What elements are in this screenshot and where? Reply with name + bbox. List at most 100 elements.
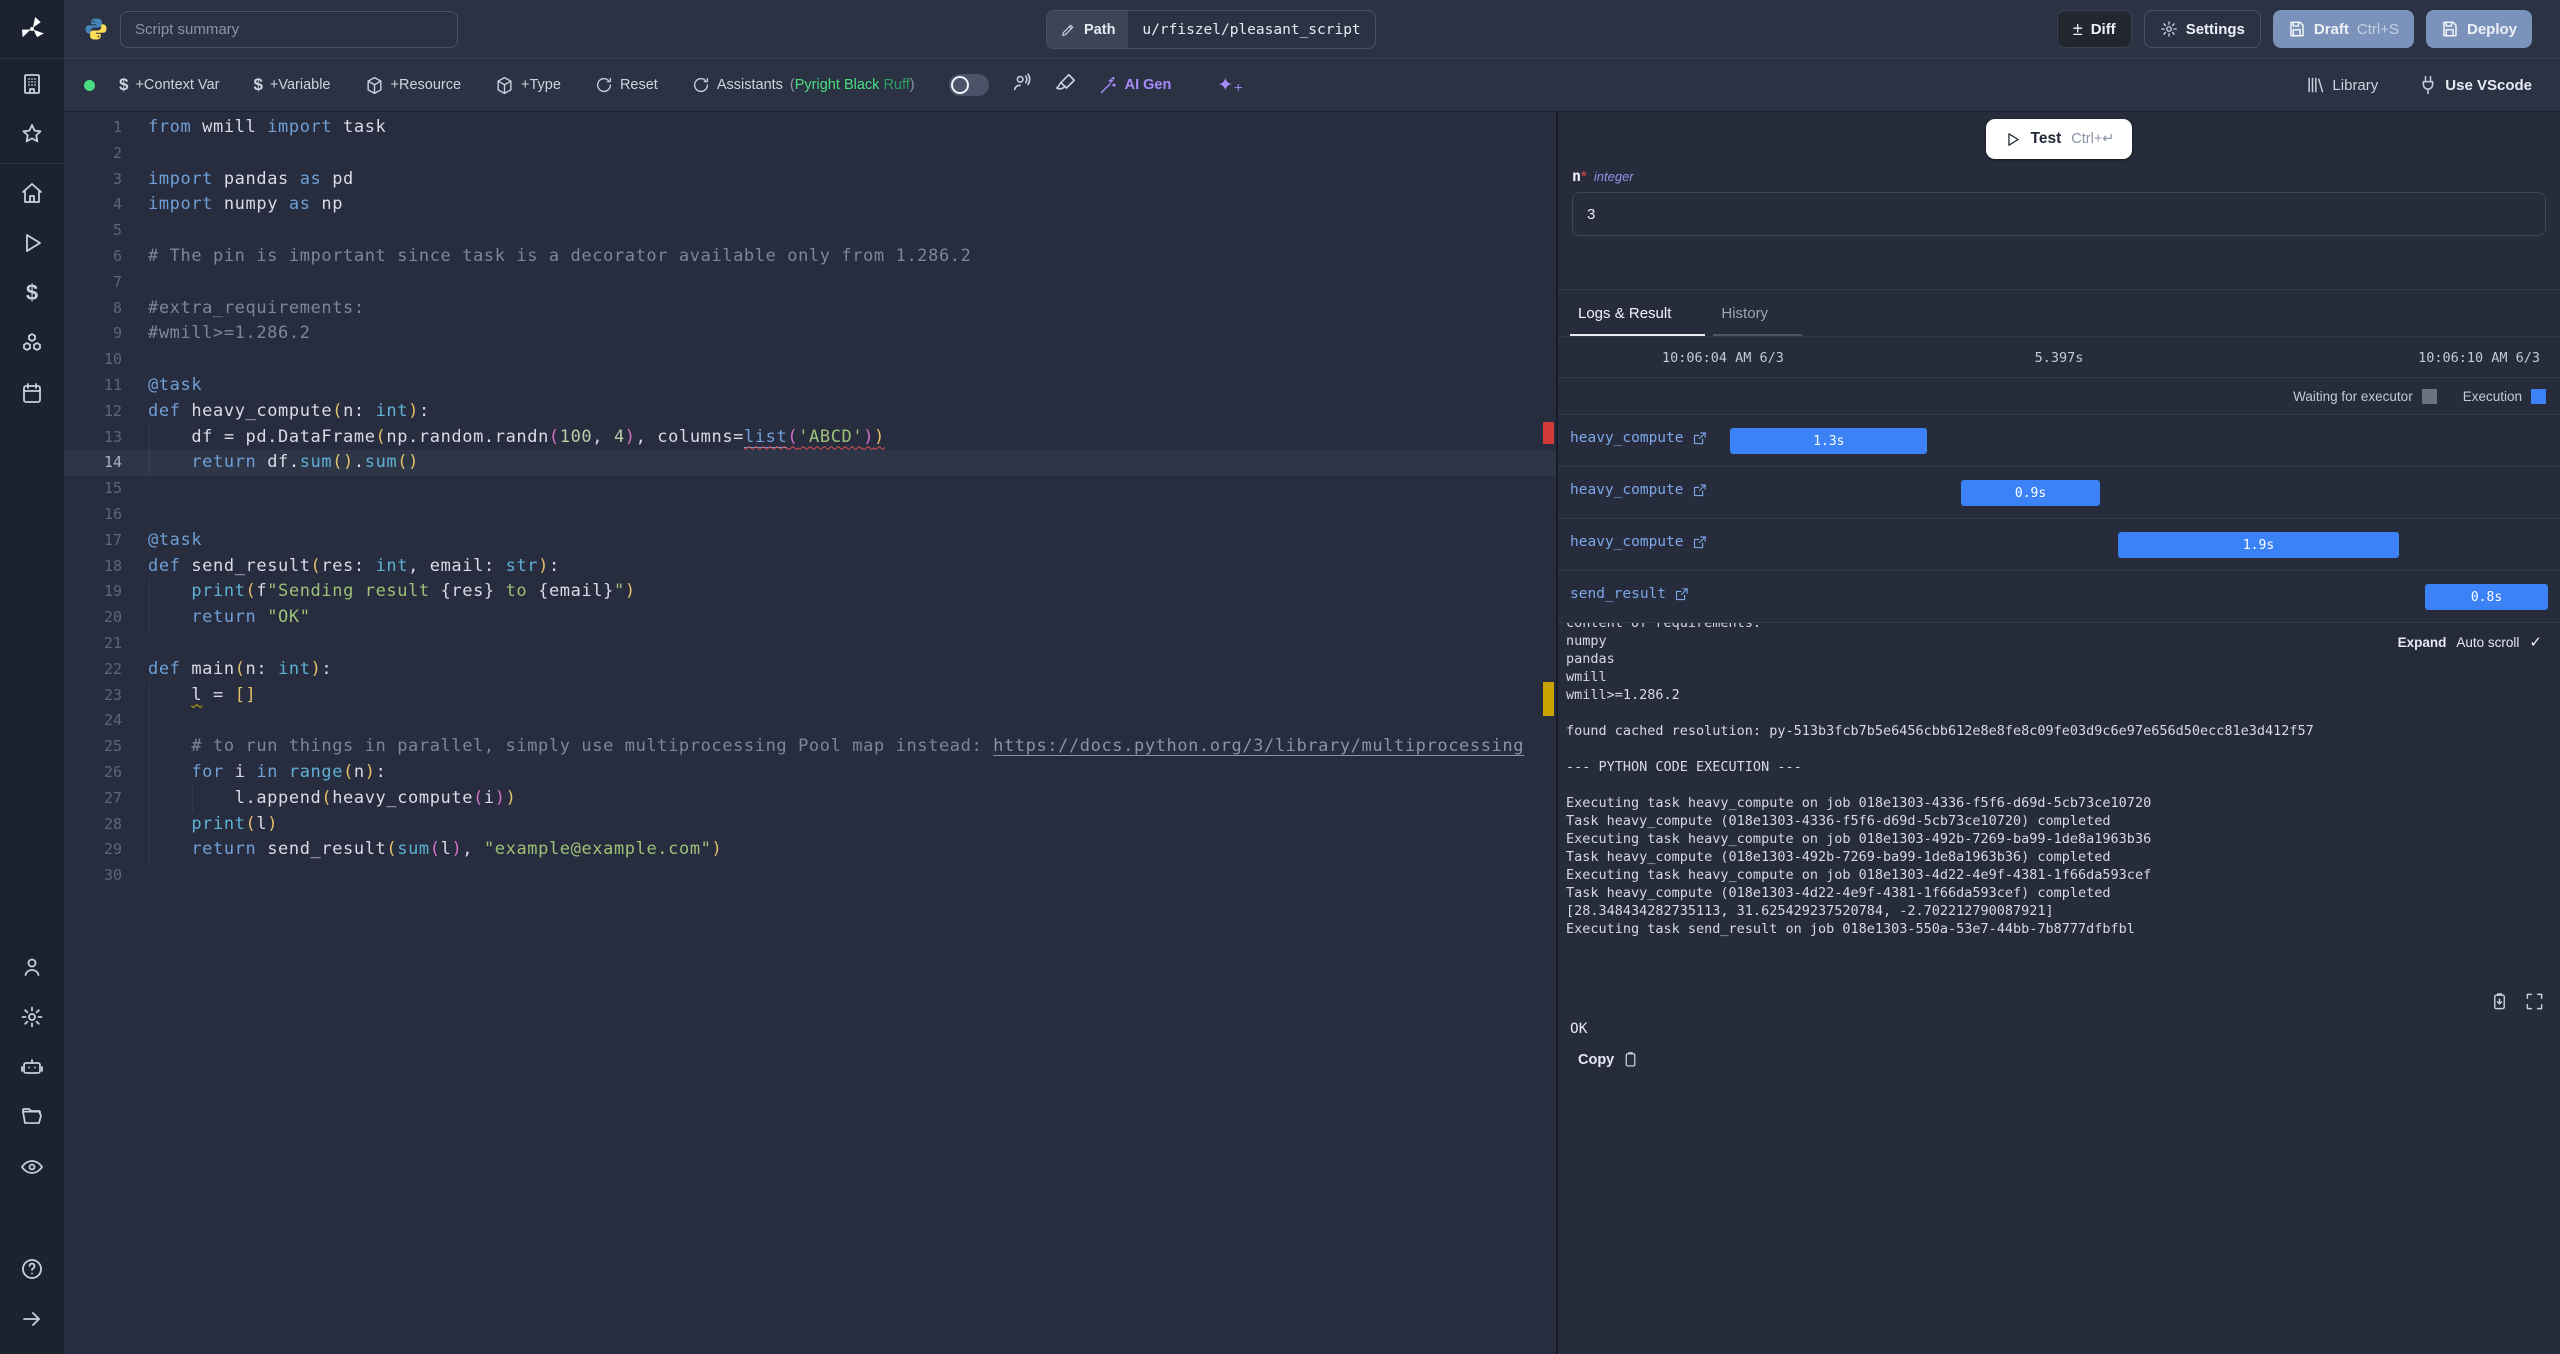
timeline-task-link[interactable]: heavy_compute [1570, 482, 1707, 498]
timeline-task-link[interactable]: heavy_compute [1570, 534, 1707, 550]
timeline-task-link[interactable]: send_result [1570, 586, 1689, 602]
required-asterisk: * [1581, 168, 1587, 185]
code-line[interactable]: 3 import pandas as pd [64, 167, 1556, 193]
code-lines: 1 from wmill import task 2 3 import pandas a… [64, 115, 1556, 889]
library-button[interactable]: Library [2305, 75, 2378, 95]
logs-viewer[interactable]: content of requirements: numpy pandas wm… [1558, 623, 2560, 983]
windmill-logo[interactable] [0, 0, 64, 59]
dollar-icon: $ [119, 75, 129, 94]
code-line[interactable]: 8 #extra_requirements: [64, 296, 1556, 322]
assistant-toggle[interactable] [948, 74, 989, 96]
code-line[interactable]: 29 return send_result(sum(l), "example@e… [64, 837, 1556, 864]
copy-logs-icon[interactable] [2490, 992, 2509, 1011]
ai-gen-button[interactable]: AI Gen [1099, 76, 1171, 95]
format-button[interactable] [1055, 72, 1077, 99]
test-button[interactable]: Test Ctrl+↵ [1985, 119, 2133, 159]
add-context-var-button[interactable]: $ +Context Var [119, 75, 219, 95]
code-line[interactable]: 18 def send_result(res: int, email: str): [64, 554, 1556, 580]
code-line[interactable]: 10 [64, 347, 1556, 373]
code-line[interactable]: 17 @task [64, 528, 1556, 554]
path-button[interactable]: Path u/rfiszel/pleasant_script [1046, 10, 1376, 49]
auto-scroll-toggle[interactable]: Auto scroll [2456, 635, 2519, 650]
sidebar-item-folders[interactable] [0, 1092, 64, 1142]
code-line[interactable]: 9 #wmill>=1.286.2 [64, 321, 1556, 347]
code-line[interactable]: 14 return df.sum().sum() [64, 450, 1556, 477]
assistant-black: Black [843, 77, 880, 93]
duration-bar: 1.3s [1730, 428, 1928, 454]
settings-button[interactable]: Settings [2143, 10, 2261, 48]
sidebar-item-audit[interactable] [0, 1142, 64, 1192]
save-icon [2290, 21, 2304, 37]
sidebar-item-home[interactable] [0, 168, 64, 218]
argument-n-input[interactable] [1572, 192, 2546, 236]
sparkles-icon[interactable]: ✦₊ [1217, 74, 1243, 97]
sidebar-item-workers[interactable] [0, 1042, 64, 1092]
code-line[interactable]: 5 [64, 218, 1556, 244]
duration-bar: 1.9s [2118, 532, 2399, 558]
code-line[interactable]: 19 print(f"Sending result {res} to {emai… [64, 579, 1556, 606]
code-line[interactable]: 24 [64, 708, 1556, 735]
sidebar-item-settings[interactable] [0, 992, 64, 1042]
logs-expand-button[interactable]: Expand [2398, 635, 2447, 650]
code-line[interactable]: 22 def main(n: int): [64, 657, 1556, 683]
legend-waiting-label: Waiting for executor [2293, 388, 2413, 404]
code-line[interactable]: 7 [64, 270, 1556, 296]
diff-button[interactable]: ± Diff [2056, 10, 2132, 48]
code-line[interactable]: 28 print(l) [64, 811, 1556, 838]
package-icon [366, 76, 382, 94]
boxes-icon [23, 333, 41, 351]
code-line[interactable]: 13 df = pd.DataFrame(np.random.randn(100… [64, 424, 1556, 451]
copy-result-button[interactable]: Copy [1578, 1051, 1639, 1068]
code-line[interactable]: 30 [64, 863, 1556, 889]
deploy-button[interactable]: Deploy [2425, 10, 2532, 48]
sidebar-item-help[interactable] [0, 1244, 64, 1294]
assistants-button[interactable]: Assistants (Pyright Black Ruff) [692, 76, 915, 94]
code-line[interactable]: 1 from wmill import task [64, 115, 1556, 141]
code-line[interactable]: 16 [64, 502, 1556, 528]
sidebar-item-account[interactable] [0, 942, 64, 992]
sidebar-item-schedules[interactable] [0, 368, 64, 418]
code-line[interactable]: 12 def heavy_compute(n: int): [64, 399, 1556, 425]
multiplayer-button[interactable] [1011, 72, 1033, 99]
python-icon [85, 18, 107, 40]
waiting-color-swatch [2421, 388, 2437, 404]
add-variable-button[interactable]: $ +Variable [253, 75, 330, 95]
tab-logs-result[interactable]: Logs & Result [1569, 290, 1706, 336]
add-type-button[interactable]: +Type [495, 76, 561, 95]
editor-toolbar: $ +Context Var $ +Variable +Resource +Ty… [64, 59, 2560, 112]
code-line[interactable]: 26 for i in range(n): [64, 759, 1556, 786]
sidebar-item-runs[interactable] [0, 218, 64, 268]
sidebar-item-favorites[interactable] [0, 109, 64, 159]
code-line[interactable]: 15 [64, 476, 1556, 502]
code-line[interactable]: 21 [64, 631, 1556, 657]
timeline-task-link[interactable]: heavy_compute [1570, 430, 1707, 446]
timeline-row: send_result 0.8s [1558, 571, 2560, 623]
plus-minus-icon: ± [2072, 18, 2083, 39]
code-line[interactable]: 23 l = [] [64, 682, 1556, 709]
code-line[interactable]: 25 # to run things in parallel, simply u… [64, 734, 1556, 760]
code-line[interactable]: 6 # The pin is important since task is a … [64, 244, 1556, 270]
code-line[interactable]: 2 [64, 141, 1556, 167]
draft-button[interactable]: Draft Ctrl+S [2272, 10, 2414, 48]
code-line[interactable]: 20 return "OK" [64, 605, 1556, 631]
sidebar-item-variables[interactable]: $ [0, 268, 64, 318]
code-line[interactable]: 4 import numpy as np [64, 192, 1556, 218]
script-summary-input[interactable] [120, 10, 458, 48]
use-vscode-button[interactable]: Use VScode [2418, 75, 2532, 95]
add-resource-button[interactable]: +Resource [365, 76, 461, 95]
tab-history[interactable]: History [1713, 290, 1802, 336]
logs-toolbar [1558, 983, 2560, 1019]
code-line[interactable]: 11 @task [64, 373, 1556, 399]
sidebar-item-workspace[interactable] [0, 59, 64, 109]
code-editor[interactable]: 1 from wmill import task 2 3 import pandas a… [64, 112, 1558, 1354]
logs-text: content of requirements: numpy pandas wm… [1566, 623, 2314, 937]
fullscreen-icon[interactable] [2525, 992, 2544, 1011]
left-sidebar: $ [0, 0, 64, 1354]
reset-button[interactable]: Reset [595, 76, 658, 94]
sidebar-item-resources[interactable] [0, 318, 64, 368]
home-icon [22, 183, 42, 203]
sidebar-expand-button[interactable] [0, 1294, 64, 1344]
building-icon [24, 74, 40, 94]
play-icon [2007, 132, 2019, 146]
code-line[interactable]: 27 l.append(heavy_compute(i)) [64, 785, 1556, 812]
